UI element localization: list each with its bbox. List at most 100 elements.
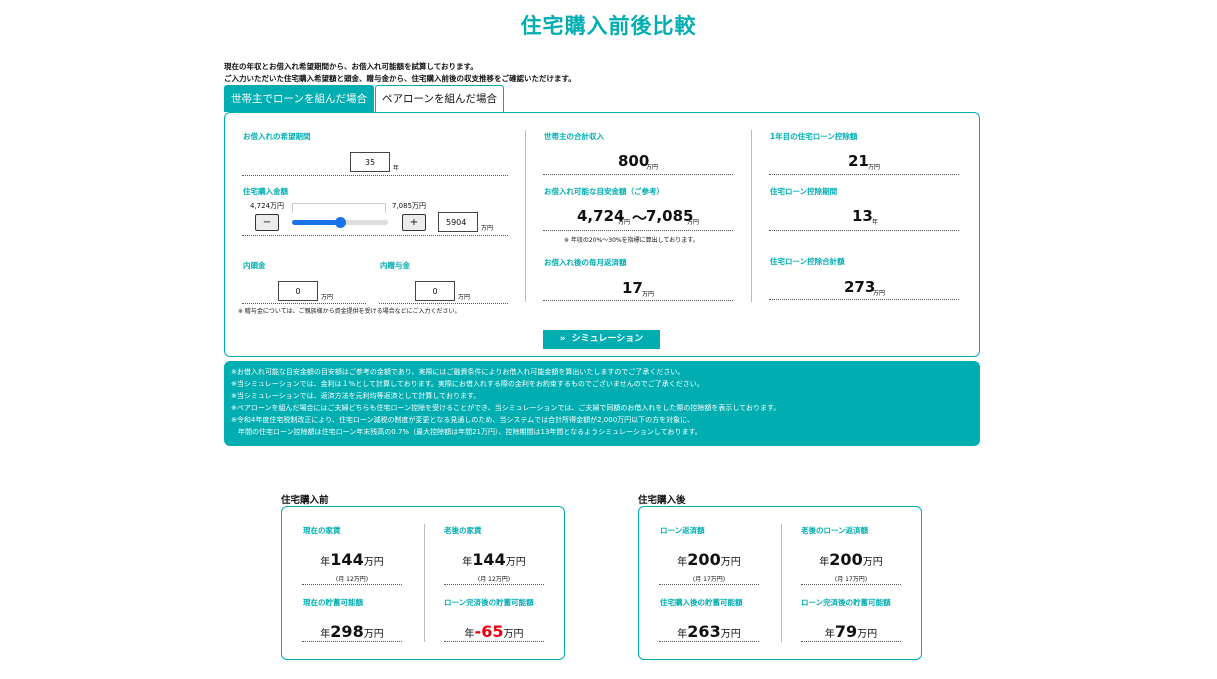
deduction-period-value: 13: [852, 207, 873, 225]
deduction-period-label: 住宅ローン控除期間: [770, 187, 838, 196]
decrease-button[interactable]: −: [255, 214, 279, 231]
down-payment-underline: [242, 303, 366, 304]
income-value: 800: [618, 152, 650, 170]
notes-box: ※お借入れ可能な目安金額の目安額はご参考の金額であり、実際にはご融資条件によりお…: [224, 361, 980, 446]
deduction-first-year-label: 1年目の住宅ローン控除額: [770, 132, 858, 141]
down-payment-input[interactable]: 0: [278, 281, 318, 301]
after-separator: [781, 524, 782, 642]
borrow-note: ※ 年収の20%〜30%を指標に算出しております。: [564, 237, 699, 244]
before-separator: [424, 524, 425, 642]
before-item-value: 年298万円: [320, 622, 384, 641]
income-underline: [543, 174, 733, 175]
before-item-label: 現在の家賃: [303, 526, 341, 535]
after-item-underline: [801, 584, 901, 585]
deduction-first-year-unit: 万円: [868, 164, 881, 171]
after-item-label: ローン返済額: [660, 526, 705, 535]
note-line: 年間の住宅ローン控除額は住宅ローン年末残高の0.7%（最大控除額は年間21万円）…: [231, 428, 702, 436]
period-underline: [242, 175, 508, 176]
intro-line-1: 現在の年収とお借入れ希望期間から、お借入れ可能額を試算しております。: [224, 62, 478, 71]
gift-note: ※ 贈与金については、ご親族様から資金提供を受ける場合などにご入力ください。: [238, 308, 461, 315]
borrow-underline: [543, 230, 733, 231]
deduction-period-unit: 年: [872, 219, 879, 226]
slider-max-label: 7,085万円: [392, 202, 427, 210]
gift-underline: [379, 303, 508, 304]
after-item-value: 年79万円: [824, 622, 878, 641]
after-item-value: 年200万円: [819, 550, 883, 569]
deduction-total-underline: [769, 299, 959, 300]
before-item-underline: [444, 641, 544, 642]
double-chevron-down-icon: »: [559, 334, 566, 344]
borrow-separator: 〜: [632, 209, 648, 227]
before-item-value: 年144万円: [320, 550, 384, 569]
note-line: ※令和4年度住宅税制改正により、住宅ローン減税の制度が変更となる見通しのため、当…: [231, 416, 694, 424]
before-item-underline: [302, 641, 402, 642]
after-item-label: 住宅購入後の貯蓄可能額: [660, 598, 743, 607]
down-payment-label: 内頭金: [243, 261, 266, 270]
deduction-total-unit: 万円: [873, 290, 886, 297]
price-input[interactable]: 5904: [438, 212, 478, 232]
price-unit: 万円: [481, 225, 494, 232]
gift-unit: 万円: [458, 294, 471, 301]
price-underline: [242, 235, 508, 236]
after-title: 住宅購入後: [638, 495, 686, 506]
after-item-value: 年200万円: [677, 550, 741, 569]
monthly-label: お借入れ後の毎月返済額: [544, 258, 627, 267]
after-item-value: 年263万円: [677, 622, 741, 641]
deduction-total-value: 273: [844, 278, 876, 296]
loan-type-tabs: 世帯主でローンを組んだ場合 ペアローンを組んだ場合: [224, 85, 504, 112]
price-slider-track[interactable]: [292, 217, 388, 228]
before-item-underline: [302, 584, 402, 585]
note-line: ※当シミュレーションでは、返済方法を元利均等返済として計算しております。: [231, 392, 481, 400]
period-unit: 年: [393, 165, 400, 172]
column-separator-2: [751, 130, 752, 302]
intro-text: 現在の年収とお借入れ希望期間から、お借入れ可能額を試算しております。 ご入力いた…: [224, 61, 576, 85]
after-item-underline: [659, 584, 759, 585]
after-item-underline: [801, 641, 901, 642]
before-item-sub: (月 12万円): [477, 576, 511, 583]
before-title: 住宅購入前: [281, 495, 329, 506]
monthly-underline: [543, 300, 733, 301]
note-line: ※当シミュレーションでは、金利は１%として計算しております。実際にお借入れする際…: [231, 380, 704, 388]
monthly-value: 17: [622, 279, 643, 297]
intro-line-2: ご入力いただいた住宅購入希望額と頭金、贈与金から、住宅購入前後の収支推移をご確認…: [224, 74, 576, 83]
column-separator-1: [525, 130, 526, 302]
monthly-unit: 万円: [642, 291, 655, 298]
before-item-value: 年144万円: [462, 550, 526, 569]
after-item-sub: (月 17万円): [692, 576, 726, 583]
before-item-sub: (月 12万円): [335, 576, 369, 583]
before-item-label: 現在の貯蓄可能額: [303, 598, 363, 607]
slider-scale: [292, 203, 386, 213]
gift-input[interactable]: 0: [415, 281, 455, 301]
after-item-underline: [659, 641, 759, 642]
price-label: 住宅購入金額: [243, 187, 288, 196]
after-item-label: ローン完済後の貯蓄可能額: [801, 598, 891, 607]
page-title: 住宅購入前後比較: [520, 14, 697, 38]
tab-pair-loan[interactable]: ペアローンを組んだ場合: [374, 85, 504, 112]
down-payment-unit: 万円: [321, 294, 334, 301]
income-label: 世帯主の合計収入: [544, 132, 604, 141]
borrow-max-unit: 万円: [687, 219, 700, 226]
note-line: ※ペアローンを組んだ場合にはご夫婦どちらも住宅ローン控除を受けることができ、当シ…: [231, 404, 781, 412]
period-label: お借入れの希望期間: [243, 132, 311, 141]
gift-label: 内贈与金: [380, 261, 410, 270]
slider-min-label: 4,724万円: [250, 202, 285, 210]
before-item-label: ローン完済後の貯蓄可能額: [444, 598, 534, 607]
note-line: ※お借入れ可能な目安金額の目安額はご参考の金額であり、実際にはご融資条件によりお…: [231, 368, 685, 376]
simulation-button-label: シミュレーション: [571, 334, 644, 344]
borrow-min-unit: 万円: [618, 219, 631, 226]
before-item-underline: [444, 584, 544, 585]
deduction-first-year-underline: [769, 174, 959, 175]
simulation-button[interactable]: » シミュレーション: [543, 330, 660, 349]
increase-button[interactable]: +: [402, 214, 426, 231]
deduction-period-underline: [769, 230, 959, 231]
borrow-label: お借入れ可能な目安金額（ご参考）: [544, 187, 664, 196]
tab-single-loan[interactable]: 世帯主でローンを組んだ場合: [224, 85, 374, 112]
deduction-first-year-value: 21: [848, 152, 869, 170]
income-unit: 万円: [646, 164, 659, 171]
price-slider-thumb[interactable]: [335, 217, 346, 228]
after-item-label: 老後のローン返済額: [801, 526, 869, 535]
deduction-total-label: 住宅ローン控除合計額: [770, 257, 845, 266]
after-item-sub: (月 17万円): [834, 576, 868, 583]
period-input[interactable]: 35: [350, 152, 390, 172]
before-item-value: 年-65万円: [464, 622, 524, 641]
